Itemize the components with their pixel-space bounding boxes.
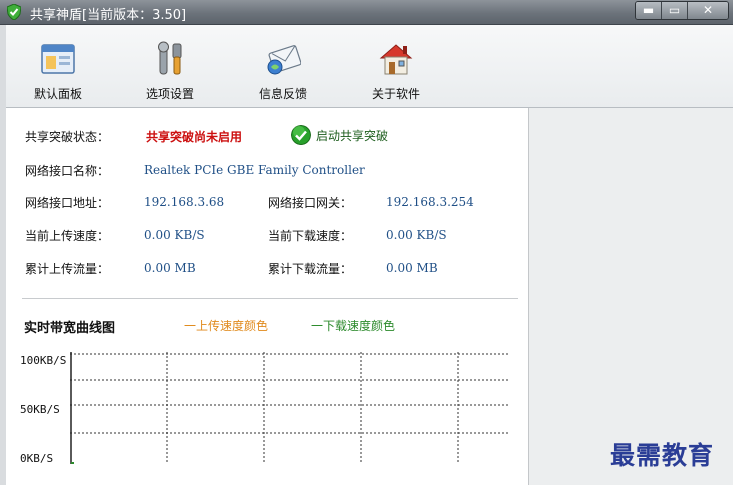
minimize-button[interactable]: ▬ bbox=[636, 2, 662, 19]
download-speed-label: 当前下载速度： bbox=[268, 229, 353, 243]
axis-label-bottom: 0KB/S bbox=[20, 452, 54, 465]
toolbar-feedback[interactable]: 信息反馈 bbox=[233, 25, 333, 107]
toolbar-label: 关于软件 bbox=[371, 87, 420, 101]
chart-grid bbox=[70, 352, 510, 464]
axis-label-top: 100KB/S bbox=[20, 354, 67, 367]
download-speed-value: 0.00 KB/S bbox=[386, 228, 447, 242]
upload-total-value: 0.00 MB bbox=[144, 261, 196, 275]
download-total-label: 累计下载流量： bbox=[268, 262, 353, 276]
toolbar-label: 信息反馈 bbox=[258, 87, 307, 101]
tools-icon bbox=[158, 41, 182, 75]
divider bbox=[22, 298, 518, 299]
window-title: 共享神盾[当前版本：3.50] bbox=[30, 8, 187, 23]
bandwidth-chart bbox=[70, 352, 510, 464]
iface-addr-value: 192.168.3.68 bbox=[144, 195, 225, 209]
title-bar: 共享神盾[当前版本：3.50] ▬ ▭ ✕ bbox=[0, 0, 733, 25]
maximize-icon: ▭ bbox=[668, 3, 681, 17]
maximize-button[interactable]: ▭ bbox=[662, 2, 688, 19]
window-panel-icon bbox=[41, 44, 75, 74]
status-label: 共享突破状态： bbox=[25, 130, 110, 144]
iface-name-label: 网络接口名称： bbox=[25, 164, 110, 178]
shield-app-icon bbox=[7, 4, 21, 20]
right-panel bbox=[529, 108, 733, 485]
toolbar-label: 默认面板 bbox=[33, 87, 82, 101]
mail-feedback-icon bbox=[267, 45, 301, 75]
toolbar-options[interactable]: 选项设置 bbox=[120, 25, 220, 107]
default-panel: 共享突破状态： 共享突破尚未启用 启动共享突破 网络接口名称： Realtek … bbox=[6, 108, 529, 485]
enable-sharing-button[interactable]: 启动共享突破 bbox=[316, 127, 388, 144]
bandwidth-chart-title: 实时带宽曲线图 bbox=[24, 321, 116, 336]
download-total-value: 0.00 MB bbox=[386, 261, 438, 275]
toolbar-about[interactable]: 关于软件 bbox=[346, 25, 446, 107]
window-controls: ▬ ▭ ✕ bbox=[635, 1, 729, 20]
toolbar-default-panel[interactable]: 默认面板 bbox=[8, 25, 108, 107]
checkmark-icon[interactable] bbox=[291, 125, 311, 145]
status-value: 共享突破尚未启用 bbox=[146, 130, 243, 144]
legend-upload: 一上传速度颜色 bbox=[184, 319, 269, 333]
iface-addr-label: 网络接口地址： bbox=[25, 196, 110, 210]
close-button[interactable]: ✕ bbox=[688, 2, 728, 19]
toolbar: 默认面板 选项设置 信息反馈 关于软件 bbox=[6, 25, 733, 108]
watermark-text: 最需教育 bbox=[610, 441, 715, 470]
upload-speed-label: 当前上传速度： bbox=[25, 229, 110, 243]
iface-name-value: Realtek PCIe GBE Family Controller bbox=[144, 163, 365, 177]
home-icon bbox=[379, 44, 413, 75]
minimize-icon: ▬ bbox=[642, 3, 655, 17]
gateway-value: 192.168.3.254 bbox=[386, 195, 474, 209]
upload-speed-value: 0.00 KB/S bbox=[144, 228, 205, 242]
toolbar-label: 选项设置 bbox=[145, 87, 194, 101]
gateway-label: 网络接口网关： bbox=[268, 196, 353, 210]
close-icon: ✕ bbox=[702, 3, 714, 17]
legend-download: 一下载速度颜色 bbox=[311, 319, 396, 333]
axis-label-mid: 50KB/S bbox=[20, 403, 60, 416]
upload-total-label: 累计上传流量： bbox=[25, 262, 110, 276]
